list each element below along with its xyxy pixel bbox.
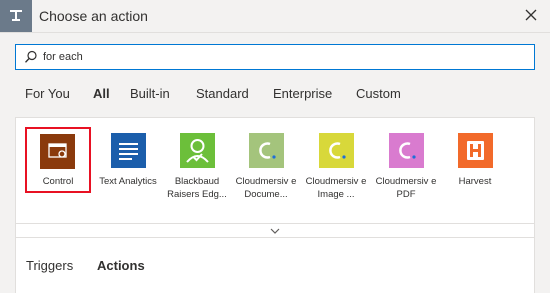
connector-label: Harvest: [458, 176, 492, 187]
tab-actions[interactable]: Actions: [97, 258, 145, 273]
connector-label: Cloudmersiv e Docume...: [235, 176, 297, 200]
tab-custom[interactable]: Custom: [356, 86, 401, 101]
tab-standard[interactable]: Standard: [196, 86, 249, 101]
tab-all[interactable]: All: [93, 86, 110, 101]
choose-action-panel: Choose an action For You All Built-in St…: [0, 0, 550, 293]
connector-cloudmersive-document[interactable]: Cloudmersiv e Docume...: [232, 118, 300, 204]
tab-triggers[interactable]: Triggers: [26, 258, 73, 273]
tab-built-in[interactable]: Built-in: [130, 86, 170, 101]
action-type-icon: [0, 0, 32, 32]
tab-for-you[interactable]: For You: [25, 86, 70, 101]
expand-toggle[interactable]: [15, 224, 535, 238]
control-icon: [40, 134, 75, 169]
connector-grid: Control Text Analytics Blackbaud Raisers…: [15, 117, 535, 224]
tab-enterprise[interactable]: Enterprise: [273, 86, 332, 101]
cloudmersive-pdf-icon: [389, 133, 424, 168]
cloudmersive-image-icon: [319, 133, 354, 168]
connector-control[interactable]: Control: [25, 127, 91, 193]
search-icon: [24, 50, 38, 69]
connector-cloudmersive-pdf[interactable]: Cloudmersiv e PDF: [372, 118, 440, 204]
connector-harvest[interactable]: Harvest: [441, 118, 509, 204]
text-analytics-icon: [111, 133, 146, 168]
chevron-down-icon: [270, 228, 280, 234]
results-area: Triggers Actions: [15, 238, 535, 293]
cloudmersive-document-icon: [249, 133, 284, 168]
blackbaud-icon: [180, 133, 215, 168]
panel-header: Choose an action: [0, 0, 550, 33]
search-input[interactable]: [43, 47, 523, 67]
connector-label: Cloudmersiv e Image ...: [305, 176, 367, 200]
page-title: Choose an action: [39, 8, 148, 24]
close-icon[interactable]: [522, 6, 540, 24]
connector-label: Control: [42, 176, 74, 187]
connector-label: Blackbaud Raisers Edg...: [167, 176, 227, 200]
connector-label: Text Analytics: [99, 176, 157, 187]
connector-cloudmersive-image[interactable]: Cloudmersiv e Image ...: [302, 118, 370, 204]
connector-label: Cloudmersiv e PDF: [375, 176, 437, 200]
search-box[interactable]: [15, 44, 535, 70]
harvest-icon: [458, 133, 493, 168]
connector-blackbaud[interactable]: Blackbaud Raisers Edg...: [163, 118, 231, 204]
connector-text-analytics[interactable]: Text Analytics: [94, 118, 162, 204]
